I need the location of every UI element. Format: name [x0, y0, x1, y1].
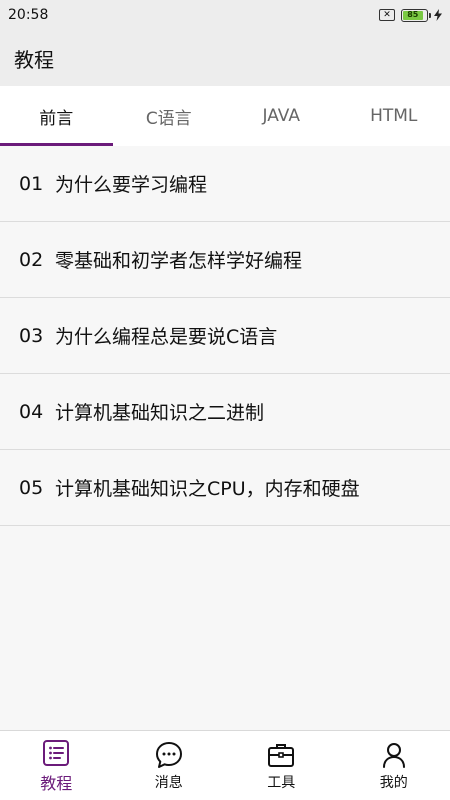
lesson-number: 04	[19, 400, 44, 423]
nav-label: 工具	[267, 774, 296, 791]
tab-label: 前言	[39, 108, 74, 129]
lesson-list: 01 为什么要学习编程 02 零基础和初学者怎样学好编程 03 为什么编程总是要…	[0, 146, 450, 526]
list-item[interactable]: 01 为什么要学习编程	[0, 146, 450, 222]
nav-profile[interactable]: 我的	[338, 731, 450, 800]
tab-java[interactable]: JAVA	[225, 86, 338, 146]
lesson-number: 05	[19, 476, 44, 499]
battery-level: 85	[403, 10, 423, 20]
lesson-title: 计算机基础知识之二进制	[55, 402, 265, 424]
list-item[interactable]: 03 为什么编程总是要说C语言	[0, 298, 450, 374]
nav-tutorials[interactable]: 教程	[0, 731, 113, 800]
battery-icon: 85	[401, 8, 431, 22]
message-bubble-icon	[155, 741, 182, 768]
tutorial-list-icon	[43, 739, 70, 766]
list-item[interactable]: 04 计算机基础知识之二进制	[0, 374, 450, 450]
tab-label: HTML	[370, 106, 418, 126]
status-time: 20:58	[8, 7, 49, 23]
lesson-number: 03	[19, 324, 44, 347]
charging-bolt-icon	[434, 9, 442, 21]
list-item[interactable]: 02 零基础和初学者怎样学好编程	[0, 222, 450, 298]
lesson-title: 零基础和初学者怎样学好编程	[55, 250, 303, 272]
bottom-nav: 教程 消息 工具 我的	[0, 730, 450, 800]
no-sim-icon: ✕	[379, 9, 395, 21]
nav-tools[interactable]: 工具	[225, 731, 338, 800]
tab-label: C语言	[145, 108, 192, 129]
nav-label: 消息	[154, 774, 183, 791]
nav-messages[interactable]: 消息	[113, 731, 226, 800]
app-bar: 教程	[0, 30, 450, 86]
list-item[interactable]: 05 计算机基础知识之CPU，内存和硬盘	[0, 450, 450, 526]
lesson-number: 01	[19, 172, 44, 195]
person-icon	[382, 742, 405, 768]
toolbox-icon	[268, 743, 295, 767]
status-icons: ✕ 85	[379, 8, 442, 22]
lesson-title: 为什么编程总是要说C语言	[55, 326, 278, 348]
tab-c-language[interactable]: C语言	[113, 86, 226, 146]
lesson-number: 02	[19, 248, 44, 271]
tab-label: JAVA	[262, 106, 300, 126]
page-title: 教程	[14, 47, 54, 72]
tab-html[interactable]: HTML	[338, 86, 450, 146]
category-tabs: 前言 C语言 JAVA HTML	[0, 86, 450, 146]
lesson-title: 为什么要学习编程	[55, 174, 208, 196]
nav-label: 我的	[379, 774, 408, 791]
lesson-title: 计算机基础知识之CPU，内存和硬盘	[55, 478, 360, 500]
status-bar: 20:58 ✕ 85	[0, 0, 450, 30]
tab-preface[interactable]: 前言	[0, 86, 113, 146]
nav-label: 教程	[40, 773, 73, 793]
